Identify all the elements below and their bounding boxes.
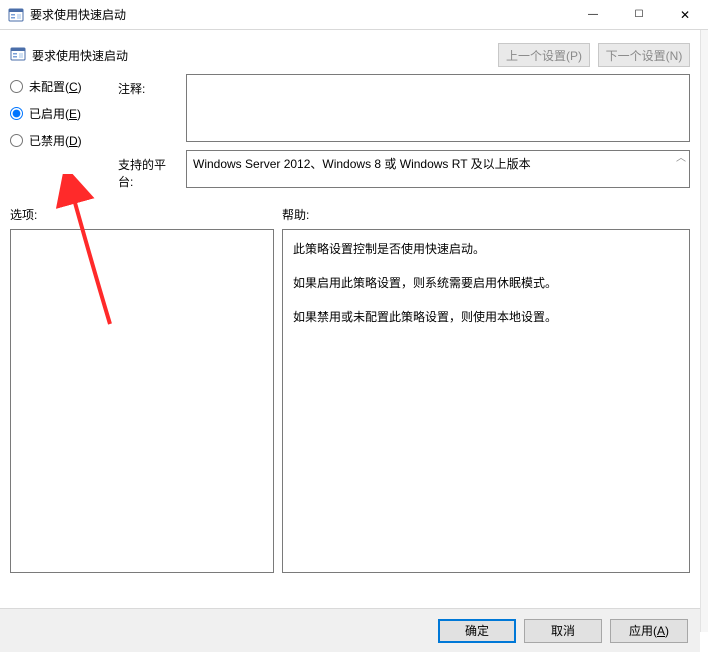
platform-label: 支持的平台: <box>118 150 180 190</box>
options-label: 选项: <box>10 206 282 223</box>
chevron-up-icon[interactable]: ︿ <box>676 154 686 164</box>
help-label: 帮助: <box>282 206 309 223</box>
help-paragraph: 此策略设置控制是否使用快速启动。 <box>293 240 679 258</box>
previous-setting-button[interactable]: 上一个设置(P) <box>498 43 590 67</box>
comment-textbox[interactable] <box>186 74 690 142</box>
supported-platform-box[interactable]: Windows Server 2012、Windows 8 或 Windows … <box>186 150 690 188</box>
next-setting-button[interactable]: 下一个设置(N) <box>598 43 690 67</box>
cancel-button[interactable]: 取消 <box>524 619 602 643</box>
state-radio-group: 未配置(C) 已启用(E) 已禁用(D) <box>10 74 112 149</box>
radio-enabled-input[interactable] <box>10 107 23 120</box>
section-labels: 选项: 帮助: <box>10 206 690 223</box>
help-panel[interactable]: 此策略设置控制是否使用快速启动。 如果启用此策略设置，则系统需要启用休眠模式。 … <box>282 229 690 573</box>
header-row: 要求使用快速启动 上一个设置(P) 下一个设置(N) <box>0 30 700 74</box>
policy-icon <box>10 46 26 65</box>
comment-label: 注释: <box>118 74 180 97</box>
radio-enabled-label: 已启用(E) <box>29 105 81 122</box>
titlebar: 要求使用快速启动 — ☐ ✕ <box>0 0 708 30</box>
radio-disabled[interactable]: 已禁用(D) <box>10 132 112 149</box>
help-paragraph: 如果禁用或未配置此策略设置，则使用本地设置。 <box>293 308 679 326</box>
ok-button[interactable]: 确定 <box>438 619 516 643</box>
window-title: 要求使用快速启动 <box>30 6 570 23</box>
help-paragraph: 如果启用此策略设置，则系统需要启用休眠模式。 <box>293 274 679 292</box>
policy-subtitle-text: 要求使用快速启动 <box>32 47 128 64</box>
apply-button[interactable]: 应用(A) <box>610 619 688 643</box>
background-strip <box>700 30 708 632</box>
radio-not-configured[interactable]: 未配置(C) <box>10 78 112 95</box>
policy-subtitle: 要求使用快速启动 <box>10 46 490 65</box>
supported-platform-text: Windows Server 2012、Windows 8 或 Windows … <box>193 157 531 171</box>
dialog-body: 未配置(C) 已启用(E) 已禁用(D) 注释: 支 <box>0 74 700 608</box>
window-controls: — ☐ ✕ <box>570 0 708 29</box>
radio-disabled-label: 已禁用(D) <box>29 132 82 149</box>
maximize-button[interactable]: ☐ <box>616 0 662 29</box>
dialog-client: 要求使用快速启动 上一个设置(P) 下一个设置(N) 未配置(C) 已启用(E) <box>0 30 700 652</box>
close-button[interactable]: ✕ <box>662 0 708 29</box>
radio-enabled[interactable]: 已启用(E) <box>10 105 112 122</box>
dialog-footer: 确定 取消 应用(A) <box>0 608 700 652</box>
minimize-button[interactable]: — <box>570 0 616 29</box>
panels: 此策略设置控制是否使用快速启动。 如果启用此策略设置，则系统需要启用休眠模式。 … <box>10 229 690 573</box>
radio-not-configured-input[interactable] <box>10 80 23 93</box>
radio-not-configured-label: 未配置(C) <box>29 78 82 95</box>
upper-grid: 未配置(C) 已启用(E) 已禁用(D) 注释: 支 <box>10 74 690 190</box>
app-icon <box>8 7 24 23</box>
options-panel[interactable] <box>10 229 274 573</box>
radio-disabled-input[interactable] <box>10 134 23 147</box>
